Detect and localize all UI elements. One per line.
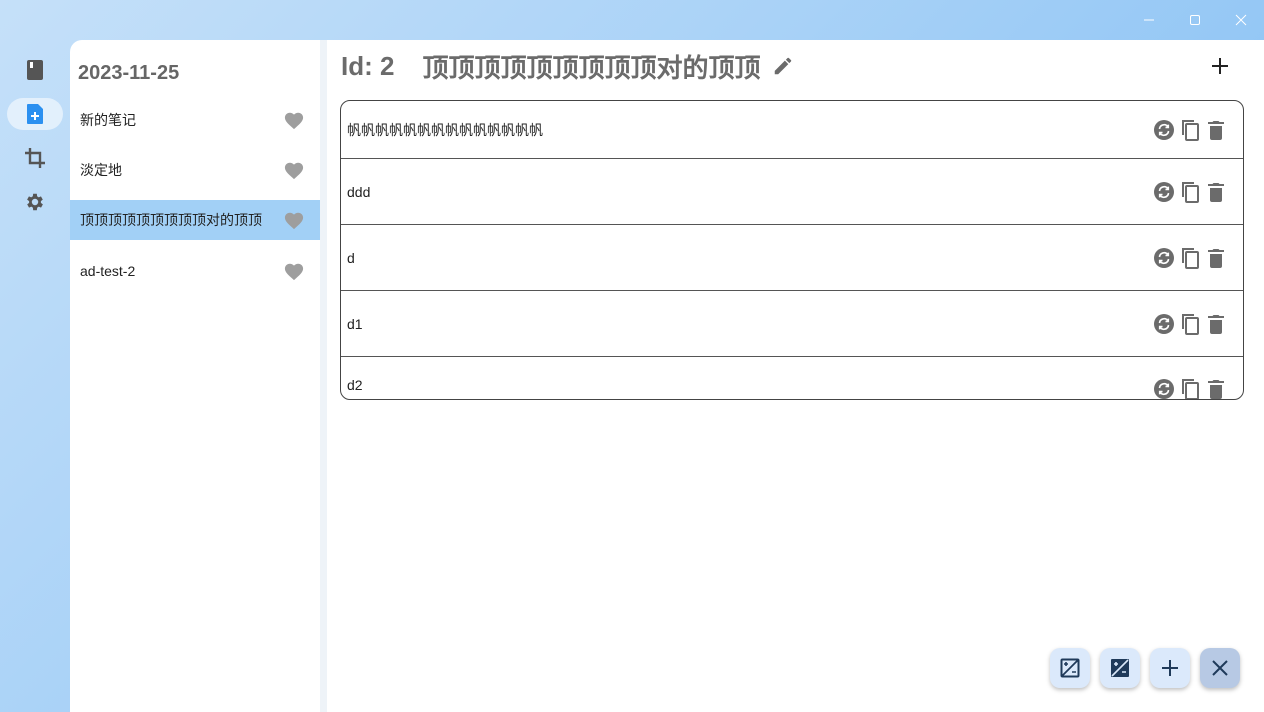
rail-item-notes[interactable] [7,98,63,130]
entry-row[interactable]: ddd [341,159,1243,225]
favorite-button[interactable] [280,261,308,281]
note-detail-panel: Id: 2 顶顶顶顶顶顶顶顶顶对的顶顶 帆帆帆帆帆帆帆帆帆帆帆帆帆帆 ddd d… [327,40,1264,712]
list-item-label: 新的笔记 [80,112,136,128]
list-item[interactable]: 新的笔记 [70,100,320,140]
entry-text: d [347,249,355,266]
rail-item-crop[interactable] [7,142,63,174]
list-item-label: 淡定地 [80,162,122,178]
close-icon [1212,660,1228,676]
sync-icon [1154,119,1174,140]
entries-list[interactable]: 帆帆帆帆帆帆帆帆帆帆帆帆帆帆 ddd d d1 d2 [340,100,1244,400]
sync-button[interactable] [1153,312,1175,336]
plus-icon [1162,660,1178,676]
copy-icon [1182,181,1199,203]
sync-icon [1154,379,1174,399]
favorite-button[interactable] [280,210,308,230]
close-icon [1235,14,1247,26]
list-item[interactable]: 淡定地 [70,150,320,190]
image-outline-button[interactable] [1050,648,1090,688]
list-date-header: 2023-11-25 [78,62,180,84]
trash-icon [1208,380,1224,399]
panel-divider[interactable] [320,40,327,712]
rail-item-settings[interactable] [7,186,63,218]
minimize-button[interactable] [1126,0,1172,40]
add-entry-button[interactable] [1206,52,1234,80]
list-item-label: 顶顶顶顶顶顶顶顶顶对的顶顶 [80,212,262,228]
entry-row[interactable]: d [341,225,1243,291]
entry-row[interactable]: 帆帆帆帆帆帆帆帆帆帆帆帆帆帆 [341,101,1243,159]
entry-text: d1 [347,315,363,332]
notes-list-panel: 2023-11-25 新的笔记 淡定地 顶顶顶顶顶顶顶顶顶对的顶顶 ad-tes… [70,40,320,712]
entry-actions [1153,246,1227,270]
entry-row[interactable]: d1 [341,291,1243,357]
pencil-icon [775,57,792,75]
entry-text: 帆帆帆帆帆帆帆帆帆帆帆帆帆帆 [347,121,543,138]
floating-actions [1050,648,1240,688]
note-id: Id: 2 [341,50,395,81]
entry-actions [1153,377,1227,399]
delete-button[interactable] [1205,377,1227,399]
copy-button[interactable] [1179,246,1201,270]
copy-icon [1182,313,1199,335]
sync-icon [1154,247,1174,268]
close-window-button[interactable] [1218,0,1264,40]
note-header: Id: 2 顶顶顶顶顶顶顶顶顶对的顶顶 [341,50,794,83]
maximize-icon [1190,15,1200,25]
trash-icon [1208,182,1224,202]
copy-button[interactable] [1179,312,1201,336]
plus-icon [1212,58,1228,74]
maximize-button[interactable] [1172,0,1218,40]
copy-icon [1182,119,1199,141]
minimize-icon [1144,19,1154,21]
sync-button[interactable] [1153,118,1175,142]
entry-actions [1153,118,1227,142]
list-item-label: ad-test-2 [80,263,136,279]
delete-button[interactable] [1205,312,1227,336]
gear-icon [27,193,43,211]
sync-button[interactable] [1153,377,1175,399]
entry-actions [1153,312,1227,336]
favorite-button[interactable] [280,160,308,180]
entry-actions [1153,180,1227,204]
navigation-rail [0,40,70,712]
close-button[interactable] [1200,648,1240,688]
sync-button[interactable] [1153,246,1175,270]
entry-text: d2 [347,377,363,393]
heart-icon [284,212,304,230]
add-button[interactable] [1150,648,1190,688]
trash-icon [1208,248,1224,268]
note-title: 顶顶顶顶顶顶顶顶顶对的顶顶 [422,52,761,83]
delete-button[interactable] [1205,246,1227,270]
list-item-selected[interactable]: 顶顶顶顶顶顶顶顶顶对的顶顶 [70,200,320,240]
note-add-icon [27,104,43,124]
copy-button[interactable] [1179,377,1201,399]
sync-button[interactable] [1153,180,1175,204]
copy-icon [1182,247,1199,269]
sync-icon [1154,181,1174,202]
image-outline-icon [1060,658,1080,678]
window-controls [1126,0,1264,40]
delete-button[interactable] [1205,118,1227,142]
edit-title-button[interactable] [772,55,794,77]
heart-icon [284,263,304,281]
copy-button[interactable] [1179,180,1201,204]
copy-icon [1182,379,1199,399]
heart-icon [284,162,304,180]
favorite-button[interactable] [280,110,308,130]
list-item[interactable]: ad-test-2 [70,251,320,291]
entry-row[interactable]: d2 [341,357,1243,399]
image-filled-button[interactable] [1100,648,1140,688]
image-filled-icon [1111,659,1129,677]
crop-icon [25,148,45,168]
copy-button[interactable] [1179,118,1201,142]
sync-icon [1154,313,1174,334]
trash-icon [1208,120,1224,140]
rail-item-notebooks[interactable] [7,54,63,86]
heart-icon [284,112,304,130]
delete-button[interactable] [1205,180,1227,204]
entry-text: ddd [347,183,371,200]
book-icon [27,60,43,80]
trash-icon [1208,314,1224,334]
